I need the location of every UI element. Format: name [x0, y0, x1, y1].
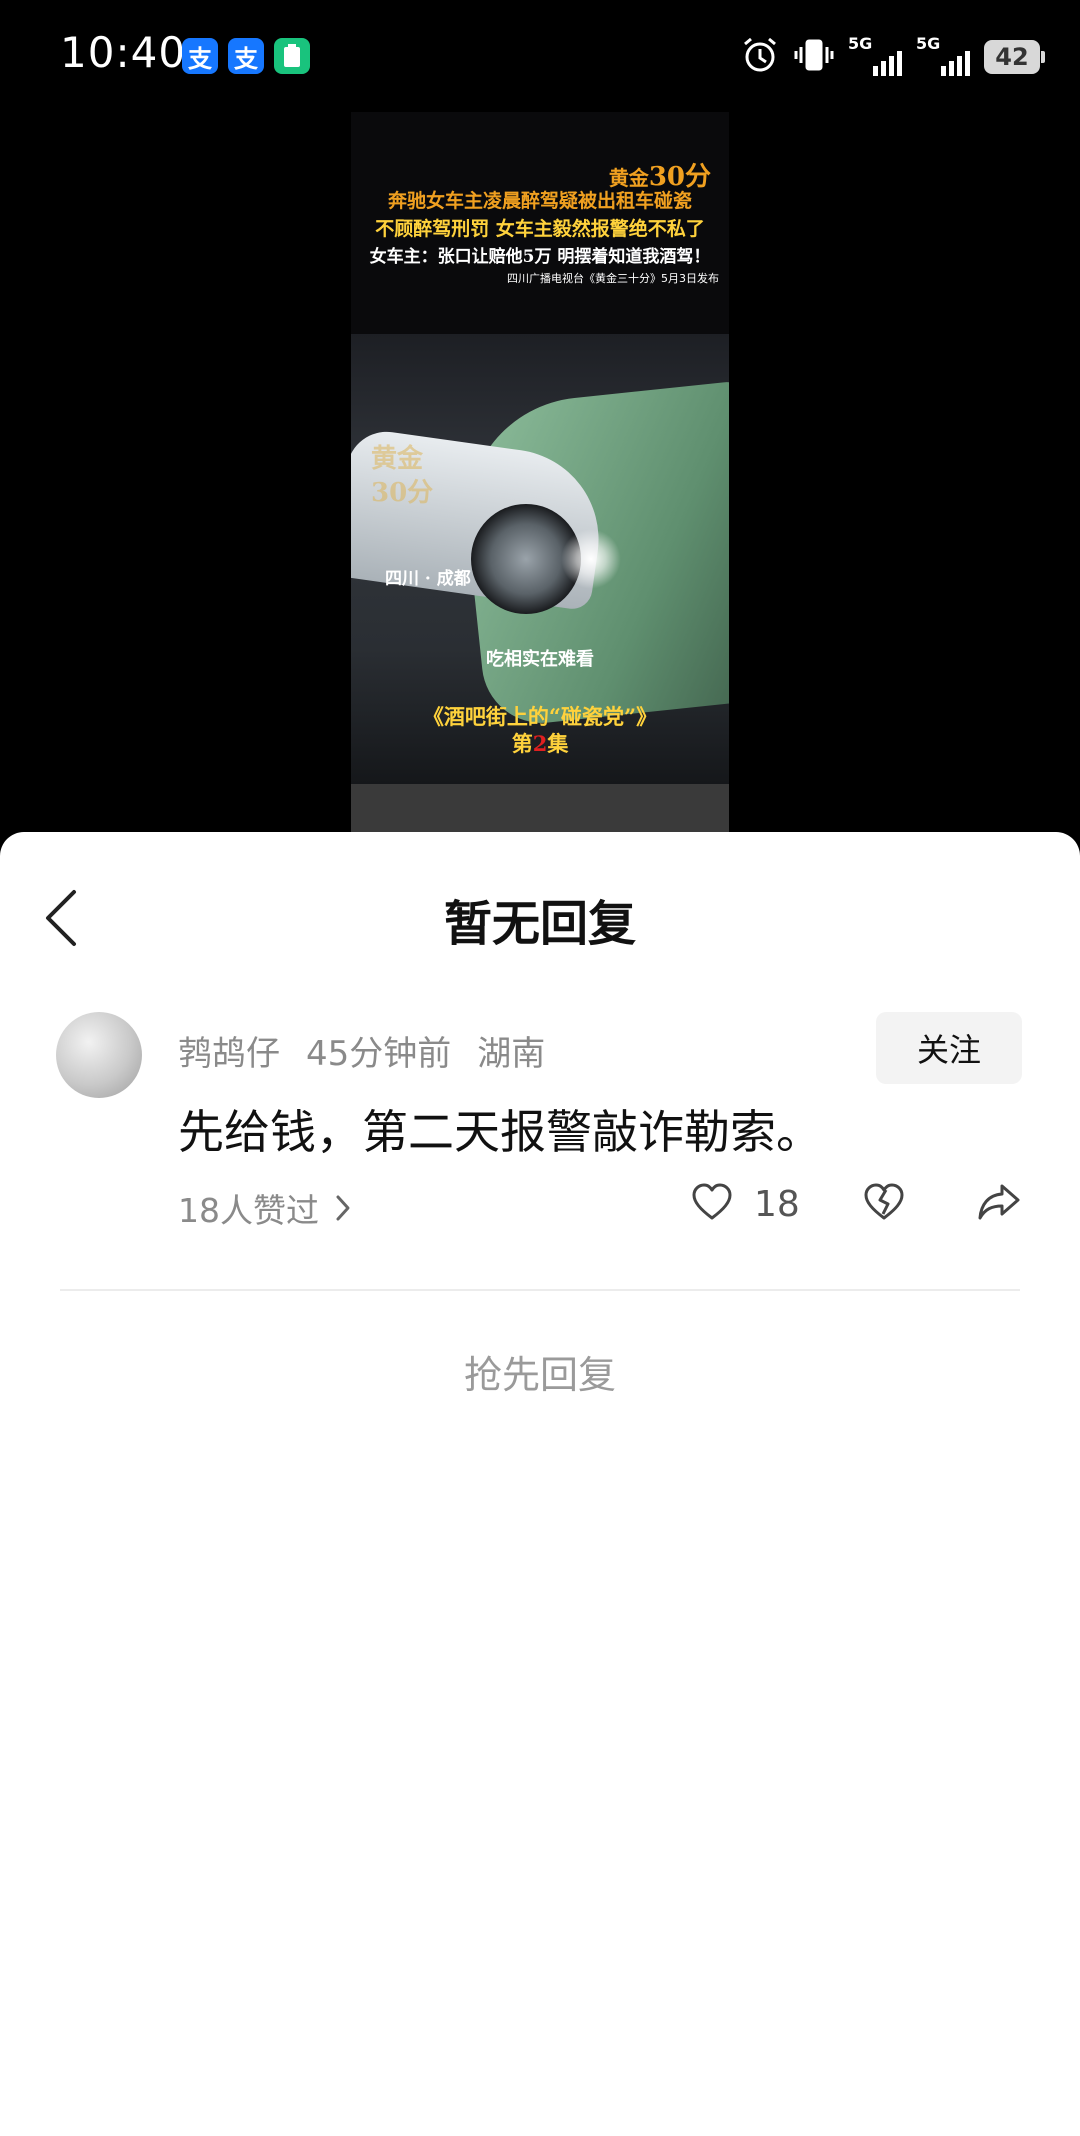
comment-text[interactable]: 先给钱，第二天报警敲诈勒索。 [178, 1096, 822, 1162]
comment-time: 45分钟前 [306, 1034, 452, 1074]
signal-2-icon: 5G [916, 34, 970, 80]
alarm-icon [740, 35, 780, 79]
status-time: 10:40 [60, 28, 187, 77]
vibrate-icon [794, 35, 834, 79]
video-headline-1: 奔驰女车主凌晨醉驾疑被出租车碰瓷 [387, 190, 692, 212]
status-right: 5G 5G 42 [740, 32, 1045, 82]
video-watermark: 黄金 30分 [371, 444, 434, 508]
video-headline-2: 不顾醉驾刑罚 女车主毅然报警绝不私了 [375, 218, 705, 240]
reply-sheet: 暂无回复 鹁鸪仔 45分钟前 湖南 关注 先给钱，第二天报警敲诈勒索。 18人赞… [0, 832, 1080, 2136]
comment-location: 湖南 [477, 1034, 546, 1074]
like-count: 18 [754, 1184, 800, 1225]
chevron-right-icon [336, 1195, 350, 1221]
alipay-icon: 支 [228, 38, 264, 74]
reply-first-button[interactable]: 抢先回复 [0, 1344, 1080, 1399]
sheet-title: 暂无回复 [443, 896, 636, 952]
headlight-shape [561, 529, 621, 589]
video-player[interactable]: 黄金30分 奔驰女车主凌晨醉驾疑被出租车碰瓷 不顾醉驾刑罚 女车主毅然报警绝不私… [351, 112, 729, 832]
share-icon[interactable] [976, 1180, 1022, 1228]
avatar[interactable] [56, 1012, 142, 1098]
status-bar: 10:40 支 支 5G 5G 42 [0, 0, 1080, 112]
video-location: 四川 · 成都 [385, 569, 471, 589]
dislike-icon[interactable] [862, 1180, 906, 1228]
likers-text: 18人赞过 [178, 1191, 319, 1230]
likers-link[interactable]: 18人赞过 [178, 1184, 353, 1232]
signal-1-icon: 5G [848, 34, 902, 80]
video-subtitle: 吃相实在难看 [486, 649, 594, 670]
alipay-icon: 支 [182, 38, 218, 74]
video-source: 四川广播电视台《黄金三十分》5月3日发布 [507, 272, 719, 285]
video-headline-3: 女车主：张口让赔他5万 明摆着知道我酒驾！ [369, 247, 711, 267]
like-icon[interactable] [690, 1180, 734, 1228]
comment-meta: 鹁鸪仔 45分钟前 湖南 [178, 1026, 545, 1075]
video-episode: 第2集 [511, 731, 569, 756]
battery-app-icon [274, 38, 310, 74]
battery-level: 42 [984, 40, 1045, 74]
video-series-title: 《酒吧街上的“碰瓷党”》 [422, 704, 658, 729]
follow-button[interactable]: 关注 [876, 1012, 1022, 1084]
comment-username[interactable]: 鹁鸪仔 [178, 1026, 280, 1075]
divider [60, 1289, 1020, 1291]
